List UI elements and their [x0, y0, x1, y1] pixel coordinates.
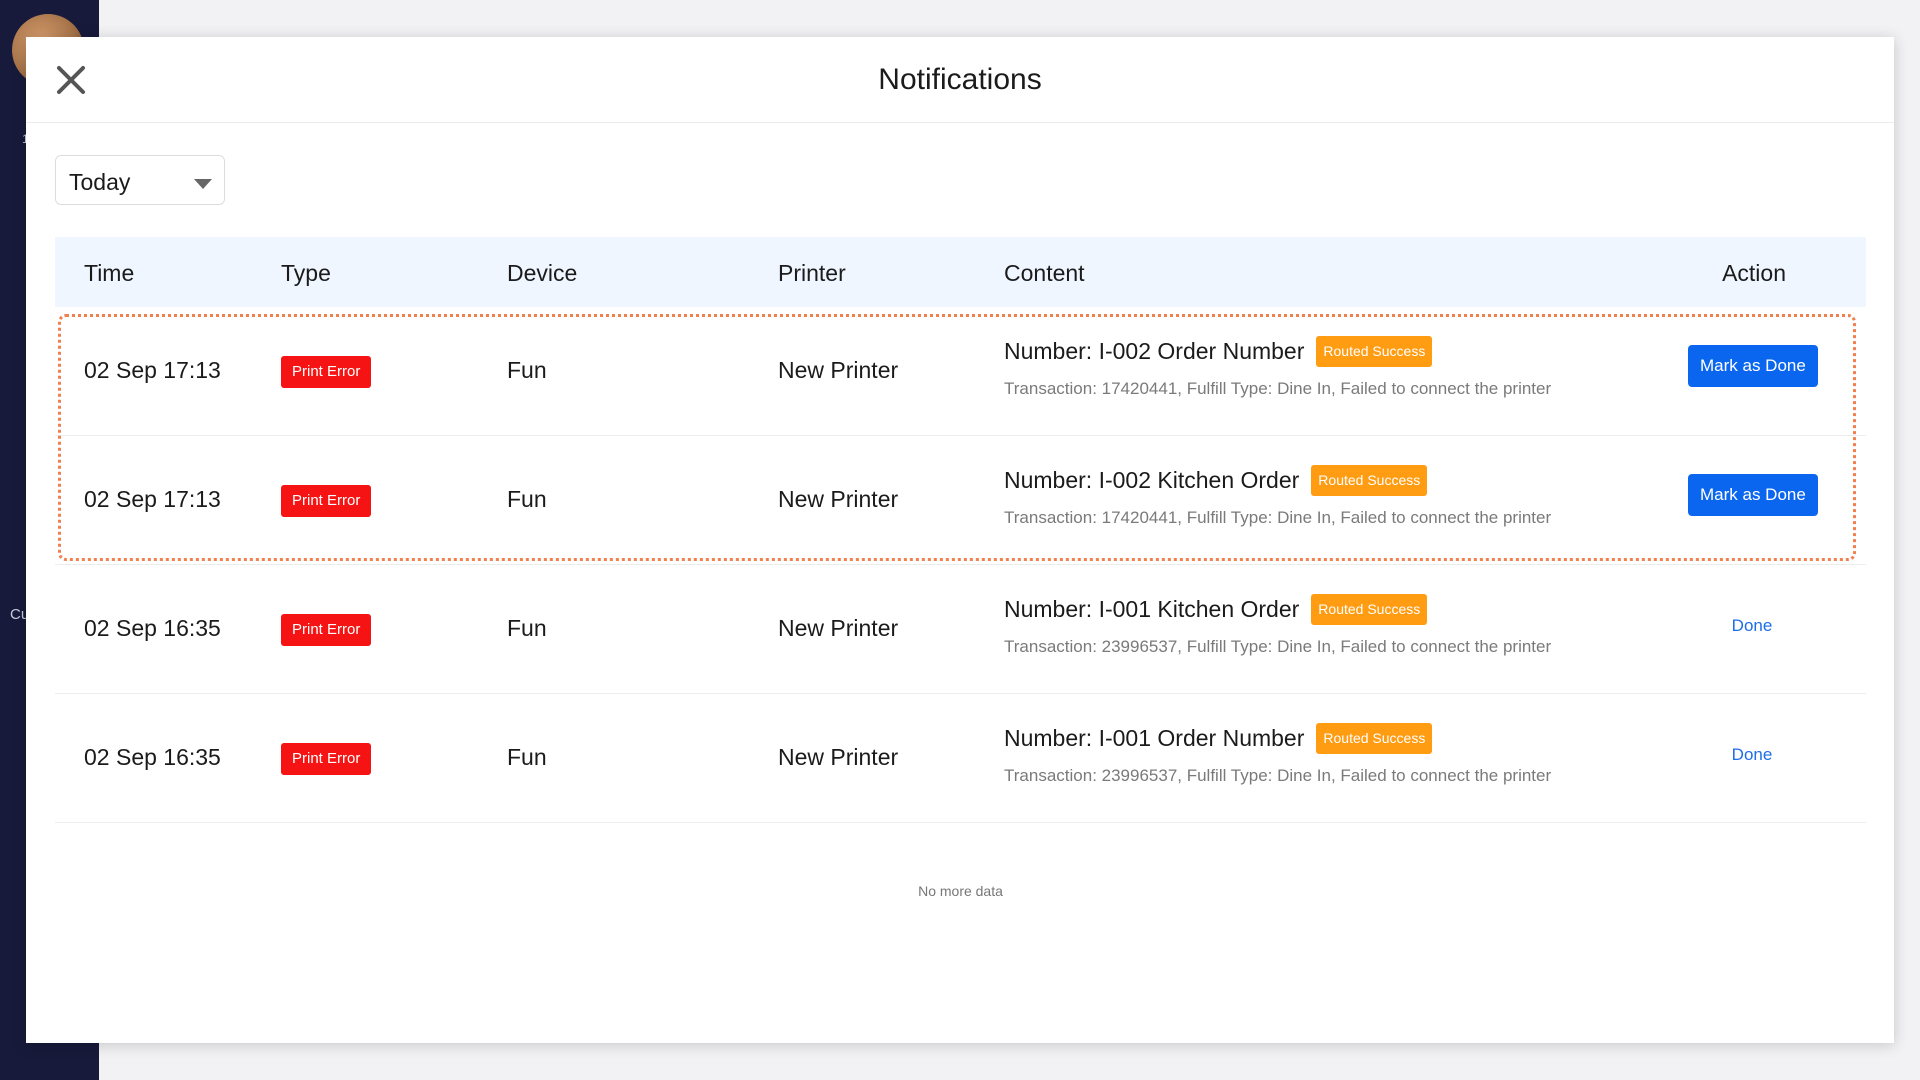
modal-title: Notifications [878, 63, 1042, 96]
content-detail: Transaction: 23996537, Fulfill Type: Din… [1004, 637, 1552, 656]
header-printer: Printer [778, 260, 846, 286]
app-root: 1 Cu Notifications Today Time [0, 0, 1920, 1080]
row-device: Fun [507, 744, 547, 770]
status-badge: Routed Success [1316, 723, 1433, 754]
row-content: Number: I-002 Kitchen Order Routed Succes… [1004, 465, 1551, 528]
done-link[interactable]: Done [1732, 745, 1773, 765]
header-time: Time [84, 260, 135, 286]
row-action: Mark as Done [1688, 345, 1818, 387]
done-link[interactable]: Done [1732, 616, 1773, 636]
table-header: Time Type Device Printer Content Action [55, 237, 1866, 307]
caret-down-icon [194, 176, 212, 194]
print-error-badge: Print Error [281, 743, 372, 775]
table-row: 02 Sep 16:35 Print Error Fun New Printer… [55, 565, 1866, 694]
row-device: Fun [507, 486, 547, 512]
row-printer: New Printer [778, 357, 899, 383]
header-device: Device [507, 260, 578, 286]
header-action: Action [1722, 260, 1786, 286]
no-more-data-text: No more data [918, 883, 1003, 899]
status-badge: Routed Success [1316, 336, 1433, 367]
row-type: Print Error [281, 484, 372, 517]
notifications-modal: Notifications Today Time Type Device Pri… [26, 37, 1894, 1043]
table-row: 02 Sep 17:13 Print Error Fun New Printer… [55, 436, 1866, 565]
content-detail: Transaction: 23996537, Fulfill Type: Din… [1004, 766, 1552, 785]
status-badge: Routed Success [1311, 594, 1428, 625]
status-badge: Routed Success [1311, 465, 1428, 496]
row-device: Fun [507, 357, 547, 383]
mark-as-done-button[interactable]: Mark as Done [1688, 474, 1818, 516]
row-content: Number: I-001 Kitchen Order Routed Succes… [1004, 594, 1551, 657]
row-action: Done [1688, 603, 1816, 637]
row-content: Number: I-001 Order Number Routed Success… [1004, 723, 1551, 786]
content-title: Number: I-001 Kitchen Order [1004, 596, 1300, 622]
row-action: Mark as Done [1688, 474, 1818, 516]
mark-as-done-button[interactable]: Mark as Done [1688, 345, 1818, 387]
table-row: 02 Sep 16:35 Print Error Fun New Printer… [55, 694, 1866, 823]
content-title: Number: I-002 Kitchen Order [1004, 467, 1300, 493]
date-filter-select[interactable]: Today [55, 155, 225, 205]
content-detail: Transaction: 17420441, Fulfill Type: Din… [1004, 379, 1552, 398]
row-type: Print Error [281, 613, 372, 646]
date-filter-value: Today [69, 169, 131, 195]
row-device: Fun [507, 615, 547, 641]
header-type: Type [281, 260, 331, 286]
row-time: 02 Sep 17:13 [84, 357, 221, 383]
row-type: Print Error [281, 742, 372, 775]
row-time: 02 Sep 16:35 [84, 744, 221, 770]
print-error-badge: Print Error [281, 614, 372, 646]
row-printer: New Printer [778, 486, 899, 512]
row-printer: New Printer [778, 615, 899, 641]
content-title: Number: I-002 Order Number [1004, 338, 1305, 364]
row-content: Number: I-002 Order Number Routed Success… [1004, 336, 1551, 399]
modal-header: Notifications [26, 37, 1894, 123]
row-time: 02 Sep 16:35 [84, 615, 221, 641]
content-title: Number: I-001 Order Number [1004, 725, 1305, 751]
row-printer: New Printer [778, 744, 899, 770]
row-time: 02 Sep 17:13 [84, 486, 221, 512]
row-type: Print Error [281, 355, 372, 388]
print-error-badge: Print Error [281, 485, 372, 517]
notifications-table: Time Type Device Printer Content Action … [55, 237, 1866, 899]
content-detail: Transaction: 17420441, Fulfill Type: Din… [1004, 508, 1552, 527]
header-content: Content [1004, 260, 1085, 286]
print-error-badge: Print Error [281, 356, 372, 388]
table-row: 02 Sep 17:13 Print Error Fun New Printer… [55, 307, 1866, 436]
row-action: Done [1688, 732, 1816, 766]
